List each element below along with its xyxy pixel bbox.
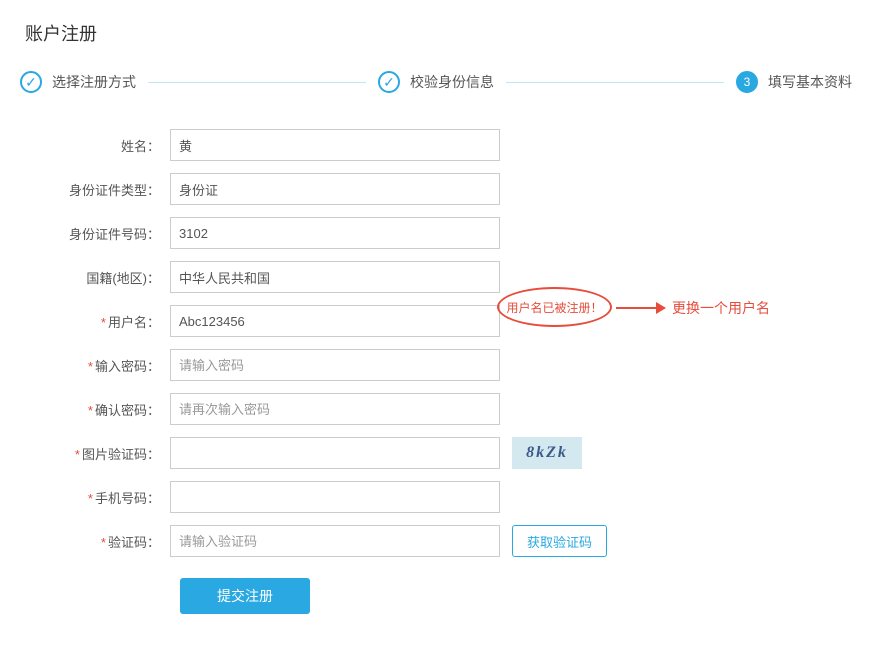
nationality-label: 国籍(地区)：	[40, 268, 170, 287]
steps-indicator: ✓ 选择注册方式 ✓ 校验身份信息 3 填写基本资料	[20, 71, 852, 93]
step-1: ✓ 选择注册方式	[20, 71, 136, 93]
password-label: *输入密码：	[40, 356, 170, 375]
check-icon: ✓	[20, 71, 42, 93]
id-type-label: 身份证件类型：	[40, 180, 170, 199]
confirm-password-input[interactable]	[170, 393, 500, 425]
username-input[interactable]	[170, 305, 500, 337]
check-icon: ✓	[378, 71, 400, 93]
step-3-number: 3	[736, 71, 758, 93]
username-label: *用户名：	[40, 312, 170, 331]
hint-text: 更换一个用户名	[672, 298, 770, 318]
name-label: 姓名：	[40, 136, 170, 155]
step-2-label: 校验身份信息	[410, 72, 494, 92]
submit-button[interactable]: 提交注册	[180, 578, 310, 614]
confirm-password-label: *确认密码：	[40, 400, 170, 419]
nationality-input[interactable]	[170, 261, 500, 293]
id-type-input[interactable]	[170, 173, 500, 205]
page-title: 账户注册	[20, 20, 852, 46]
step-connector	[148, 82, 366, 83]
step-1-label: 选择注册方式	[52, 72, 136, 92]
captcha-label: *图片验证码：	[40, 444, 170, 463]
captcha-input[interactable]	[170, 437, 500, 469]
phone-label: *手机号码：	[40, 488, 170, 507]
error-text: 用户名已被注册！	[506, 299, 602, 316]
get-code-button[interactable]: 获取验证码	[512, 525, 607, 557]
arrow-icon	[616, 302, 666, 314]
step-3: 3 填写基本资料	[736, 71, 852, 93]
password-input[interactable]	[170, 349, 500, 381]
step-connector	[506, 82, 724, 83]
id-number-label: 身份证件号码：	[40, 224, 170, 243]
step-2: ✓ 校验身份信息	[378, 71, 494, 93]
name-input[interactable]	[170, 129, 500, 161]
id-number-input[interactable]	[170, 217, 500, 249]
step-3-label: 填写基本资料	[768, 72, 852, 92]
registration-form: 姓名： 身份证件类型： 身份证件号码： 国籍(地区)： *用户名： *输入密码：…	[20, 128, 852, 614]
error-callout: 用户名已被注册！	[497, 287, 612, 327]
phone-input[interactable]	[170, 481, 500, 513]
captcha-image[interactable]: 8kZk	[512, 437, 582, 469]
sms-code-label: *验证码：	[40, 532, 170, 551]
sms-code-input[interactable]	[170, 525, 500, 557]
